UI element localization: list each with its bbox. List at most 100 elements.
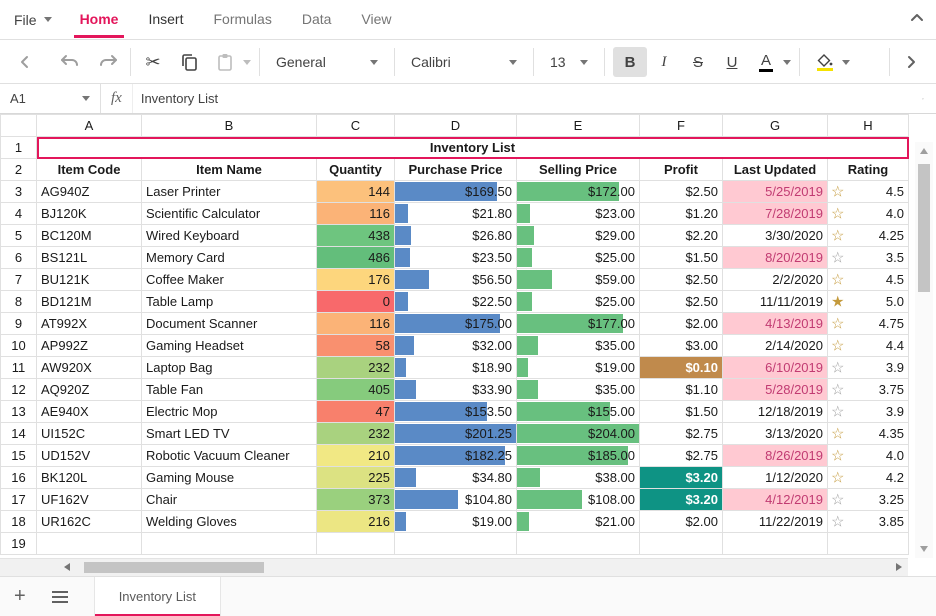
- cell-item-name[interactable]: Chair: [142, 489, 317, 511]
- empty-cell[interactable]: [517, 533, 640, 555]
- cell-item-code[interactable]: AE940X: [37, 401, 142, 423]
- cell-selling-price[interactable]: $25.00: [517, 291, 640, 313]
- undo-icon[interactable]: [56, 47, 84, 77]
- cell-last-updated[interactable]: 6/10/2019: [723, 357, 828, 379]
- cell-column-title[interactable]: Purchase Price: [395, 159, 517, 181]
- cell-item-name[interactable]: Table Fan: [142, 379, 317, 401]
- cell-purchase-price[interactable]: $19.00: [395, 511, 517, 533]
- scroll-down-icon[interactable]: [920, 546, 928, 552]
- column-header-c[interactable]: C: [317, 115, 395, 137]
- cell-quantity[interactable]: 0: [317, 291, 395, 313]
- cell-item-name[interactable]: Welding Gloves: [142, 511, 317, 533]
- cell-inventory-title[interactable]: Inventory List: [37, 137, 909, 159]
- cell-column-title[interactable]: Item Code: [37, 159, 142, 181]
- cell-item-code[interactable]: BJ120K: [37, 203, 142, 225]
- cell-item-code[interactable]: BD121M: [37, 291, 142, 313]
- empty-cell[interactable]: [142, 533, 317, 555]
- row-header[interactable]: 19: [1, 533, 37, 555]
- cell-item-name[interactable]: Smart LED TV: [142, 423, 317, 445]
- cell-selling-price[interactable]: $177.00: [517, 313, 640, 335]
- empty-cell[interactable]: [723, 533, 828, 555]
- cell-item-code[interactable]: UF162V: [37, 489, 142, 511]
- cell-item-code[interactable]: BU121K: [37, 269, 142, 291]
- cell-purchase-price[interactable]: $182.25: [395, 445, 517, 467]
- cell-item-name[interactable]: Memory Card: [142, 247, 317, 269]
- cell-item-name[interactable]: Wired Keyboard: [142, 225, 317, 247]
- fill-color-dropdown-icon[interactable]: [842, 60, 850, 65]
- cell-rating[interactable]: ☆3.75: [828, 379, 909, 401]
- cell-profit[interactable]: $1.50: [640, 401, 723, 423]
- row-header[interactable]: 2: [1, 159, 37, 181]
- cell-rating[interactable]: ☆3.9: [828, 401, 909, 423]
- scroll-up-icon[interactable]: [920, 148, 928, 154]
- cell-rating[interactable]: ☆4.35: [828, 423, 909, 445]
- cell-quantity[interactable]: 58: [317, 335, 395, 357]
- cell-purchase-price[interactable]: $153.50: [395, 401, 517, 423]
- cell-selling-price[interactable]: $204.00: [517, 423, 640, 445]
- cell-profit[interactable]: $2.75: [640, 423, 723, 445]
- fill-color-button[interactable]: [808, 47, 842, 77]
- cell-column-title[interactable]: Profit: [640, 159, 723, 181]
- cell-rating[interactable]: ★5.0: [828, 291, 909, 313]
- cell-profit[interactable]: $1.10: [640, 379, 723, 401]
- font-color-dropdown-icon[interactable]: [783, 60, 791, 65]
- cell-item-name[interactable]: Laptop Bag: [142, 357, 317, 379]
- cell-last-updated[interactable]: 7/28/2019: [723, 203, 828, 225]
- cell-profit[interactable]: $2.50: [640, 181, 723, 203]
- tab-view[interactable]: View: [361, 0, 391, 40]
- sheet-tab-inventory-list[interactable]: Inventory List: [94, 577, 221, 616]
- cell-purchase-price[interactable]: $23.50: [395, 247, 517, 269]
- cell-quantity[interactable]: 216: [317, 511, 395, 533]
- redo-icon[interactable]: [94, 47, 122, 77]
- scroll-left-icon[interactable]: [10, 47, 38, 77]
- tab-data[interactable]: Data: [302, 0, 332, 40]
- scroll-left-arrow-icon[interactable]: [64, 563, 70, 571]
- cell-selling-price[interactable]: $185.00: [517, 445, 640, 467]
- cell-last-updated[interactable]: 4/13/2019: [723, 313, 828, 335]
- cell-quantity[interactable]: 116: [317, 313, 395, 335]
- tab-formulas[interactable]: Formulas: [213, 0, 271, 40]
- cell-profit[interactable]: $3.00: [640, 335, 723, 357]
- cell-rating[interactable]: ☆3.5: [828, 247, 909, 269]
- cell-purchase-price[interactable]: $56.50: [395, 269, 517, 291]
- copy-icon[interactable]: [175, 47, 203, 77]
- collapse-ribbon-icon[interactable]: [910, 12, 924, 22]
- cell-item-name[interactable]: Laser Printer: [142, 181, 317, 203]
- row-header[interactable]: 7: [1, 269, 37, 291]
- cell-selling-price[interactable]: $108.00: [517, 489, 640, 511]
- cell-quantity[interactable]: 373: [317, 489, 395, 511]
- tab-home[interactable]: Home: [80, 0, 119, 40]
- cell-quantity[interactable]: 210: [317, 445, 395, 467]
- cell-item-code[interactable]: AP992Z: [37, 335, 142, 357]
- vertical-scrollbar[interactable]: [915, 142, 933, 558]
- cell-profit[interactable]: $2.00: [640, 313, 723, 335]
- cell-profit[interactable]: $0.10: [640, 357, 723, 379]
- row-header[interactable]: 17: [1, 489, 37, 511]
- cell-last-updated[interactable]: 5/28/2019: [723, 379, 828, 401]
- cell-purchase-price[interactable]: $34.80: [395, 467, 517, 489]
- underline-button[interactable]: U: [715, 47, 749, 77]
- cell-profit[interactable]: $3.20: [640, 467, 723, 489]
- empty-cell[interactable]: [37, 533, 142, 555]
- cell-selling-price[interactable]: $21.00: [517, 511, 640, 533]
- vertical-scroll-thumb[interactable]: [918, 164, 930, 292]
- row-header[interactable]: 14: [1, 423, 37, 445]
- column-header-a[interactable]: A: [37, 115, 142, 137]
- cell-last-updated[interactable]: 8/26/2019: [723, 445, 828, 467]
- cell-quantity[interactable]: 232: [317, 423, 395, 445]
- cell-quantity[interactable]: 176: [317, 269, 395, 291]
- cell-profit[interactable]: $2.20: [640, 225, 723, 247]
- cell-purchase-price[interactable]: $104.80: [395, 489, 517, 511]
- paste-icon[interactable]: [211, 47, 239, 77]
- row-header[interactable]: 4: [1, 203, 37, 225]
- row-header[interactable]: 8: [1, 291, 37, 313]
- cut-icon[interactable]: ✂: [139, 47, 167, 77]
- cell-profit[interactable]: $1.50: [640, 247, 723, 269]
- strikethrough-button[interactable]: S: [681, 47, 715, 77]
- cell-profit[interactable]: $3.20: [640, 489, 723, 511]
- cell-last-updated[interactable]: 5/25/2019: [723, 181, 828, 203]
- cell-rating[interactable]: ☆4.4: [828, 335, 909, 357]
- name-box[interactable]: A1: [0, 84, 100, 113]
- cell-item-name[interactable]: Coffee Maker: [142, 269, 317, 291]
- cell-rating[interactable]: ☆3.25: [828, 489, 909, 511]
